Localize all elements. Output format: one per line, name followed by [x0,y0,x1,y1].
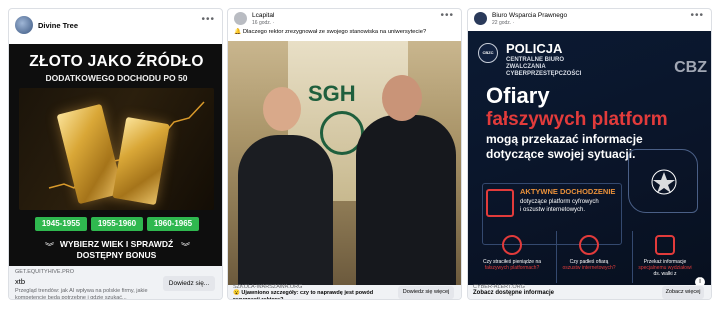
link-domain: GET.EQUITYHIVE.PRO [15,269,74,275]
org-line: CENTRALNE BIURO [506,57,564,63]
link-title: 😮 Ujawniono szczegóły: czy to naprawdę j… [233,290,374,300]
headline-line2: fałszywych platform [486,109,668,130]
page-avatar[interactable] [234,12,247,25]
see-more-button[interactable]: Zobacz więcej [662,286,704,299]
headline-line3: mogą przekazać informacje [486,132,643,146]
ad-header: Divine Tree ••• [9,9,222,41]
ad-card-lcapital[interactable]: Lcapital 16 godz. · ••• 🔔 Dlaczego rekto… [227,8,462,300]
document-search-icon [486,189,514,217]
ad-header: Biuro Wsparcia Prawnego 22 godz. · ••• [468,9,711,29]
question-tile: Czy straciłeś pieniądze na fałszywych pla… [480,231,544,283]
question-text: ds. walki z [653,271,677,277]
vest-text: CBZ [674,59,707,76]
age-range-button[interactable]: 1945-1955 [35,217,87,231]
page-name[interactable]: Divine Tree [38,21,78,30]
link-preview[interactable]: GET.EQUITYHIVE.PRO xtb Przegląd trendów:… [9,266,222,300]
creative-headline-line2: DODATKOWEGO DOCHODU PO 50 [45,73,188,83]
question-text-highlight: fałszywych platformach? [484,265,540,271]
link-preview[interactable]: SZKOLA-WARSZAWA.ORG 😮 Ujawniono szczegół… [228,284,461,300]
age-range-button[interactable]: 1955-1960 [91,217,143,231]
post-time: 22 godz. · [492,20,515,26]
poland-map-icon [628,149,698,213]
org-line: CYBERPRZESTĘPCZOŚCI [506,71,582,77]
ad-creative[interactable]: ZŁOTO JAKO ŹRÓDŁO DODATKOWEGO DOCHODU PO… [9,44,222,266]
question-mark-icon [502,235,522,255]
org-title: POLICJA [506,41,563,56]
handshake-photo[interactable]: SGH [228,41,461,285]
investigation-line: dotyczące platform cyfrowych [520,199,599,205]
post-time: 16 godz. · [252,20,275,26]
victim-person-icon [579,235,599,255]
ad-header: Lcapital 16 godz. · ••• [228,9,461,29]
shield-icon [655,235,675,255]
person-right [356,115,456,285]
learn-more-button[interactable]: Dowiedz się... [163,276,215,291]
investigation-line: i oszustw internetowych. [520,207,586,213]
sgh-logo-text: SGH [308,81,356,106]
eagle-emblem-icon [651,169,677,195]
ad-grid: Divine Tree ••• ZŁOTO JAKO ŹRÓDŁO DODATK… [0,0,720,310]
creative-cta-line2: DOSTĘPNY BONUS [76,250,157,260]
ad-card-divine-tree[interactable]: Divine Tree ••• ZŁOTO JAKO ŹRÓDŁO DODATK… [8,8,223,300]
headline-line4: dotyczące swojej sytuacji. [486,147,636,161]
more-options-icon[interactable]: ••• [690,10,704,21]
more-options-icon[interactable]: ••• [201,14,215,25]
person-right-head [382,75,422,121]
link-title: Zobacz dostępne informacje [473,290,555,296]
page-avatar[interactable] [474,12,487,25]
page-avatar[interactable] [15,16,33,34]
page-name[interactable]: Biuro Wsparcia Prawnego [492,12,567,19]
org-line: ZWALCZANIA [506,64,546,70]
creative-cta-line1: WYBIERZ WIEK I SPRAWDŹ [59,239,174,249]
person-left-head [263,87,301,131]
ad-creative[interactable]: CBZC POLICJA CENTRALNE BIURO ZWALCZANIA … [468,31,711,285]
link-preview[interactable]: CYBER-ALERT.ORG Zobacz dostępne informac… [468,284,711,299]
gold-bars-image [19,88,214,210]
age-range-button[interactable]: 1960-1965 [147,217,199,231]
badge-text: CBZC [482,50,494,55]
page-name[interactable]: Lcapital [252,12,274,19]
creative-headline-line1: ZŁOTO JAKO ŹRÓDŁO [29,53,204,70]
person-left [238,135,333,285]
police-badge-icon: CBZC [478,43,498,63]
learn-more-button[interactable]: Dowiedz się więcej [398,286,454,299]
more-options-icon[interactable]: ••• [440,10,454,21]
post-text: 🔔 Dlaczego rektor zrezygnował ze swojego… [234,29,427,35]
question-tile: Przekaż informacje specjalnemu wydziałowi… [632,231,696,283]
question-text-highlight: oszustw internetowych? [562,265,616,271]
question-tile: Czy padłeś ofiarą oszustw internetowych? [556,231,620,283]
link-description: Przegląd trendów: jak AI wpływa na polsk… [15,288,148,300]
ad-card-biuro-wsparcia[interactable]: Biuro Wsparcia Prawnego 22 godz. · ••• C… [467,8,712,300]
investigation-title: AKTYWNE DOCHODZENIE [520,187,616,196]
headline-line1: Ofiary [486,83,550,108]
